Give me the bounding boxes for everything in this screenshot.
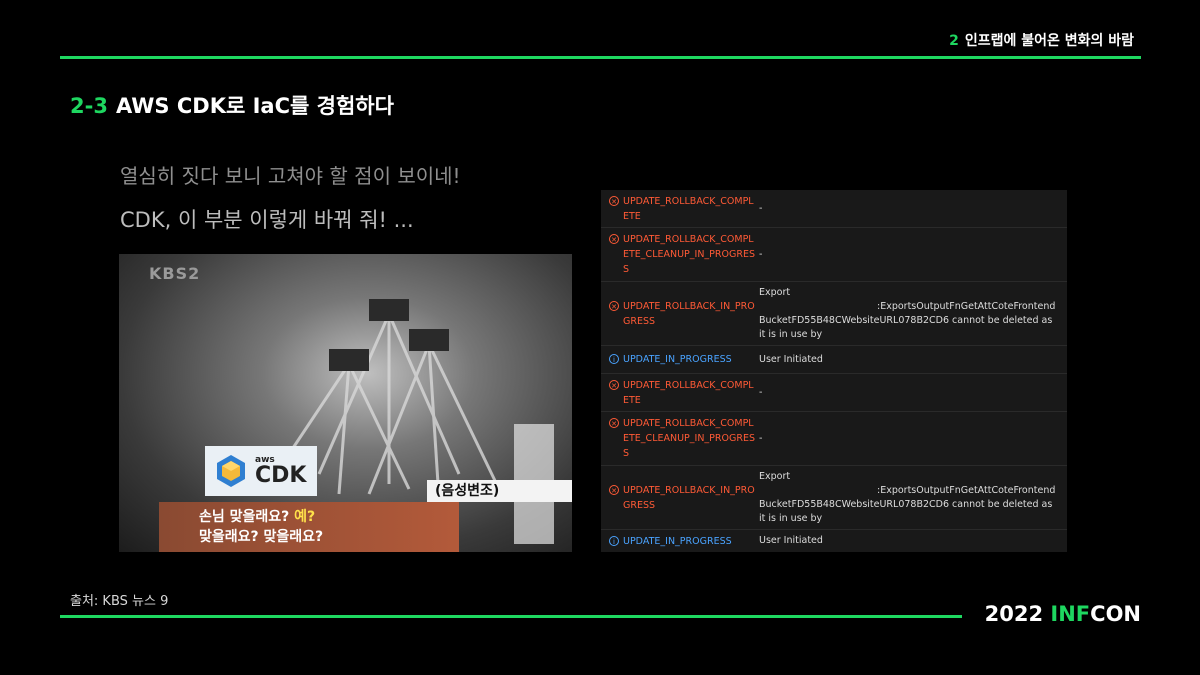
slide-title-number: 2-3 xyxy=(70,94,108,118)
brand-year: 2022 xyxy=(984,602,1044,626)
event-status: ✕ UPDATE_ROLLBACK_COMPLETE xyxy=(601,378,759,408)
error-icon: ✕ xyxy=(609,418,619,428)
event-status: ✕ UPDATE_ROLLBACK_COMPLETE_CLEANUP_IN_PRO… xyxy=(601,232,759,277)
event-status: i UPDATE_IN_PROGRESS xyxy=(601,534,759,549)
source-citation: 출처: KBS 뉴스 9 xyxy=(70,594,169,609)
caption-reply: 예? xyxy=(294,509,316,525)
brand-con: CON xyxy=(1090,602,1141,626)
brand-logo: 2022 INFCON xyxy=(985,602,1141,626)
slide-title: 2-3 AWS CDK로 IaC를 경험하다 xyxy=(70,90,394,120)
section-number: 2 xyxy=(949,33,959,49)
event-reason: User Initiated xyxy=(759,353,823,365)
caption-box: 손님 맞을래요? 예? 맞을래요? 맞을래요? xyxy=(159,502,459,552)
info-icon: i xyxy=(609,535,619,546)
cloudformation-events-table: ✕ UPDATE_ROLLBACK_COMPLETE - ✕ UPDATE_ROLL… xyxy=(601,190,1067,552)
event-reason: Export :ExportsOutputFnGetAttCoteFronten… xyxy=(759,470,1056,524)
error-icon: ✕ xyxy=(609,300,619,311)
event-status: ✕ UPDATE_ROLLBACK_COMPLETE xyxy=(601,194,759,224)
aws-cdk-logo: aws CDK xyxy=(205,446,317,496)
error-icon: ✕ xyxy=(609,484,619,495)
cdk-cubes-icon xyxy=(217,455,245,487)
event-row: i UPDATE_IN_PROGRESS User Initiated xyxy=(601,530,1067,552)
body-line-1: 열심히 짓다 보니 고쳐야 할 점이 보이네! xyxy=(120,164,461,188)
caption-tag: (음성변조) xyxy=(427,480,572,502)
body-line-2: CDK, 이 부분 이렇게 바꿔 줘! ... xyxy=(120,208,414,232)
event-row: ✕ UPDATE_ROLLBACK_COMPLETE - xyxy=(601,190,1067,228)
event-row: ✕ UPDATE_ROLLBACK_COMPLETE - xyxy=(601,374,1067,412)
error-icon: ✕ xyxy=(609,379,619,390)
event-status: i UPDATE_IN_PROGRESS xyxy=(601,352,759,367)
event-reason: User Initiated xyxy=(759,535,823,546)
section-title: 인프랩에 불어온 변화의 바람 xyxy=(964,33,1134,49)
event-row: ✕ UPDATE_ROLLBACK_COMPLETE_CLEANUP_IN_PRO… xyxy=(601,228,1067,282)
info-icon: i xyxy=(609,354,619,364)
event-reason: - xyxy=(759,248,763,260)
event-reason: - xyxy=(759,386,763,398)
event-row: ✕ UPDATE_ROLLBACK_IN_PROGRESS Export :Exp… xyxy=(601,466,1067,530)
news-screenshot-image: KBS2 aws CDK (음성변조) 손님 맞을래요? 예? 맞을래요? 맞을… xyxy=(119,254,572,552)
error-icon: ✕ xyxy=(609,234,619,244)
bottom-divider xyxy=(60,615,962,618)
event-row: ✕ UPDATE_ROLLBACK_COMPLETE_CLEANUP_IN_PRO… xyxy=(601,412,1067,466)
event-reason: - xyxy=(759,432,763,444)
error-icon: ✕ xyxy=(609,195,619,206)
event-row: i UPDATE_IN_PROGRESS User Initiated xyxy=(601,346,1067,374)
cdk-wordmark: CDK xyxy=(255,462,307,488)
event-status: ✕ UPDATE_ROLLBACK_COMPLETE_CLEANUP_IN_PRO… xyxy=(601,416,759,461)
event-status: ✕ UPDATE_ROLLBACK_IN_PROGRESS xyxy=(601,483,759,513)
caption-line-1: 손님 맞을래요? xyxy=(199,509,290,525)
caption-line-2: 맞을래요? 맞을래요? xyxy=(199,529,324,545)
slide-title-text: AWS CDK로 IaC를 경험하다 xyxy=(115,94,394,118)
event-reason: - xyxy=(759,202,763,214)
section-tag: 2 인프랩에 불어온 변화의 바람 xyxy=(949,30,1134,50)
event-row: ✕ UPDATE_ROLLBACK_IN_PROGRESS Export :Exp… xyxy=(601,282,1067,346)
brand-inf: INF xyxy=(1050,602,1091,626)
event-reason: Export :ExportsOutputFnGetAttCoteFronten… xyxy=(759,286,1056,340)
top-divider xyxy=(60,56,1141,59)
event-status: ✕ UPDATE_ROLLBACK_IN_PROGRESS xyxy=(601,299,759,329)
